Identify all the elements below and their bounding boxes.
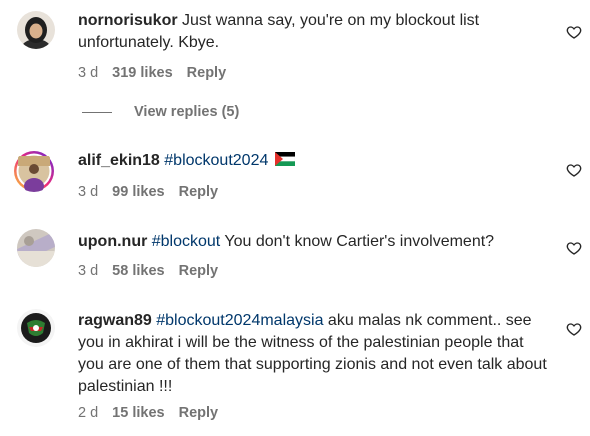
view-replies-label: View replies (5) bbox=[134, 104, 240, 120]
view-replies-button[interactable]: View replies (5) bbox=[82, 104, 239, 120]
likes-count[interactable]: 319 likes bbox=[112, 65, 172, 81]
hashtag-link[interactable]: #blockout2024 bbox=[160, 152, 268, 169]
comment-username[interactable]: alif_ekin18 bbox=[78, 152, 160, 169]
avatar[interactable] bbox=[13, 150, 55, 192]
comment-text: nornorisukor Just wanna say, you're on m… bbox=[78, 10, 548, 54]
reply-button[interactable]: Reply bbox=[179, 184, 219, 200]
comment-meta: 2 d 15 likes Reply bbox=[78, 405, 218, 421]
likes-count[interactable]: 99 likes bbox=[112, 184, 164, 200]
comment-age: 2 d bbox=[78, 405, 99, 421]
heart-outline-icon[interactable] bbox=[566, 321, 582, 337]
comment-item: nornorisukor Just wanna say, you're on m… bbox=[0, 0, 590, 130]
palestine-flag-emoji bbox=[274, 151, 295, 173]
comment-text: upon.nur #blockout You don't know Cartie… bbox=[78, 231, 548, 253]
avatar[interactable] bbox=[17, 309, 55, 347]
comment-username[interactable]: nornorisukor bbox=[78, 12, 178, 29]
heart-outline-icon[interactable] bbox=[566, 162, 582, 178]
comment-age: 3 d bbox=[78, 184, 99, 200]
comment-meta: 3 d 319 likes Reply bbox=[78, 65, 226, 81]
comment-text: ragwan89 #blockout2024malaysia aku malas… bbox=[78, 310, 548, 398]
avatar[interactable] bbox=[17, 11, 55, 49]
comment-item: alif_ekin18 #blockout2024 3 d 99 likes R… bbox=[0, 140, 590, 210]
comment-body: You don't know Cartier's involvement? bbox=[220, 233, 495, 250]
comment-meta: 3 d 99 likes Reply bbox=[78, 184, 218, 200]
comment-age: 3 d bbox=[78, 263, 99, 279]
reply-button[interactable]: Reply bbox=[179, 405, 219, 421]
comment-item: ragwan89 #blockout2024malaysia aku malas… bbox=[0, 305, 590, 436]
hashtag-link[interactable]: #blockout2024malaysia bbox=[152, 312, 323, 329]
comment-age: 3 d bbox=[78, 65, 99, 81]
comment-username[interactable]: upon.nur bbox=[78, 233, 147, 250]
likes-count[interactable]: 58 likes bbox=[112, 263, 164, 279]
comment-text: alif_ekin18 #blockout2024 bbox=[78, 150, 548, 173]
avatar[interactable] bbox=[17, 229, 55, 267]
replies-divider bbox=[82, 111, 112, 113]
reply-button[interactable]: Reply bbox=[179, 263, 219, 279]
comment-item: upon.nur #blockout You don't know Cartie… bbox=[0, 220, 590, 295]
heart-outline-icon[interactable] bbox=[566, 240, 582, 256]
heart-outline-icon[interactable] bbox=[566, 24, 582, 40]
comment-username[interactable]: ragwan89 bbox=[78, 312, 152, 329]
comment-meta: 3 d 58 likes Reply bbox=[78, 263, 218, 279]
hashtag-link[interactable]: #blockout bbox=[147, 233, 221, 250]
reply-button[interactable]: Reply bbox=[187, 65, 227, 81]
likes-count[interactable]: 15 likes bbox=[112, 405, 164, 421]
